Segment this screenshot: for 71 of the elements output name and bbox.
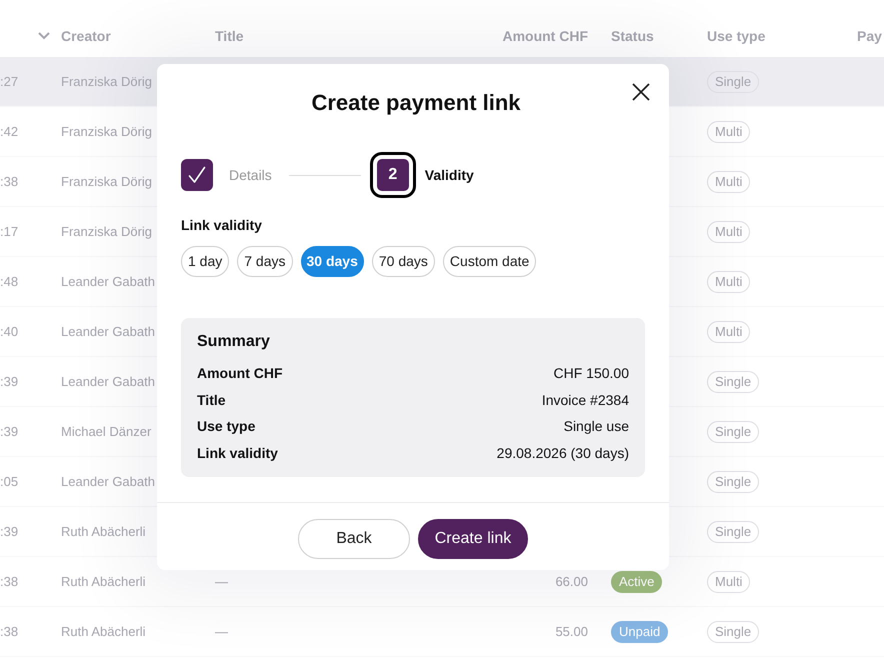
table-cell-text: :17 bbox=[0, 222, 18, 240]
table-cell-text: :38 bbox=[0, 622, 18, 640]
table-cell-text: :48 bbox=[0, 272, 18, 290]
table-cell-text: 66.00 bbox=[555, 572, 588, 590]
step-number: 2 bbox=[370, 152, 416, 198]
table-cell-text: :40 bbox=[0, 322, 18, 340]
use-type-tag: Single bbox=[707, 470, 760, 492]
summary-value: Single use bbox=[564, 417, 629, 436]
use-type-tag: Multi bbox=[707, 320, 750, 342]
table-cell-text: Franziska Dörig bbox=[61, 172, 152, 191]
table-cell-text: Michael Dänzer bbox=[61, 422, 152, 440]
table-cell-text: :39 bbox=[0, 522, 18, 540]
summary-value: 29.08.2026 (30 days) bbox=[496, 444, 629, 462]
table-cell-text: Leander Gabath bbox=[61, 322, 155, 340]
validity-option[interactable]: 70 days bbox=[372, 246, 435, 277]
column-header: Creator bbox=[61, 27, 111, 46]
summary-value: CHF 150.00 bbox=[554, 364, 629, 383]
field-label: Link validity bbox=[181, 216, 263, 235]
column-header: Status bbox=[611, 27, 654, 46]
column-header: Amount CHF bbox=[502, 27, 588, 46]
use-type-tag: Multi bbox=[707, 170, 750, 192]
table-cell-text: :38 bbox=[0, 172, 18, 190]
table-cell-text: Franziska Dörig bbox=[61, 122, 152, 141]
table-cell-text: :27 bbox=[0, 72, 18, 90]
table-cell-text: — bbox=[215, 622, 228, 640]
table-cell-text: Leander Gabath bbox=[61, 472, 155, 490]
validity-option[interactable]: 30 days bbox=[300, 246, 364, 277]
summary-label: Amount CHF bbox=[197, 364, 283, 383]
summary-value: Invoice #2384 bbox=[542, 390, 629, 410]
table-cell-text: :42 bbox=[0, 122, 18, 140]
summary-label: Link validity bbox=[197, 444, 278, 462]
table-cell-text: Franziska Dörig bbox=[61, 222, 152, 241]
close-button[interactable] bbox=[631, 82, 651, 102]
column-header: Use type bbox=[707, 27, 766, 46]
summary-title: Summary bbox=[197, 332, 271, 352]
summary-label: Use type bbox=[197, 417, 256, 436]
table-cell-text: Leander Gabath bbox=[61, 372, 155, 390]
use-type-tag: Single bbox=[707, 520, 760, 542]
summary-label: Title bbox=[197, 390, 226, 410]
table-cell-text: :39 bbox=[0, 422, 18, 440]
table-cell-text: Ruth Abächerli bbox=[61, 622, 146, 640]
use-type-tag: Multi bbox=[707, 120, 750, 142]
back-button[interactable]: Back bbox=[298, 518, 410, 558]
table-cell-text: — bbox=[215, 572, 228, 590]
table-cell-text: Franziska Dörig bbox=[61, 72, 152, 91]
use-type-tag: Single bbox=[707, 420, 760, 442]
status-tag: Unpaid bbox=[611, 620, 668, 642]
table-cell-text: Ruth Abächerli bbox=[61, 572, 146, 590]
create-link-button[interactable]: Create link bbox=[418, 518, 528, 558]
use-type-tag: Single bbox=[707, 70, 760, 92]
table-cell-text: :39 bbox=[0, 372, 18, 390]
table-cell-text: :38 bbox=[0, 572, 18, 590]
table-cell-text: Leander Gabath bbox=[61, 272, 155, 290]
step-label: Validity bbox=[424, 166, 474, 185]
use-type-tag: Multi bbox=[707, 270, 750, 292]
table-cell-text: Ruth Abächerli bbox=[61, 522, 146, 540]
close-icon bbox=[631, 82, 651, 102]
validity-option[interactable]: 1 day bbox=[181, 246, 230, 277]
use-type-tag: Single bbox=[707, 620, 760, 642]
use-type-tag: Multi bbox=[707, 570, 750, 592]
use-type-tag: Single bbox=[707, 370, 760, 392]
table-cell-text: 55.00 bbox=[555, 622, 588, 640]
validity-option[interactable]: 7 days bbox=[237, 246, 292, 277]
dialog-title: Create payment link bbox=[311, 89, 521, 117]
validity-option[interactable]: Custom date bbox=[442, 246, 536, 277]
column-header: Pay bbox=[857, 27, 882, 46]
table-cell-text: :05 bbox=[0, 472, 18, 490]
use-type-tag: Multi bbox=[707, 220, 750, 242]
column-header: Title bbox=[215, 27, 244, 46]
status-tag: Active bbox=[611, 570, 662, 592]
step-label: Details bbox=[229, 166, 272, 185]
